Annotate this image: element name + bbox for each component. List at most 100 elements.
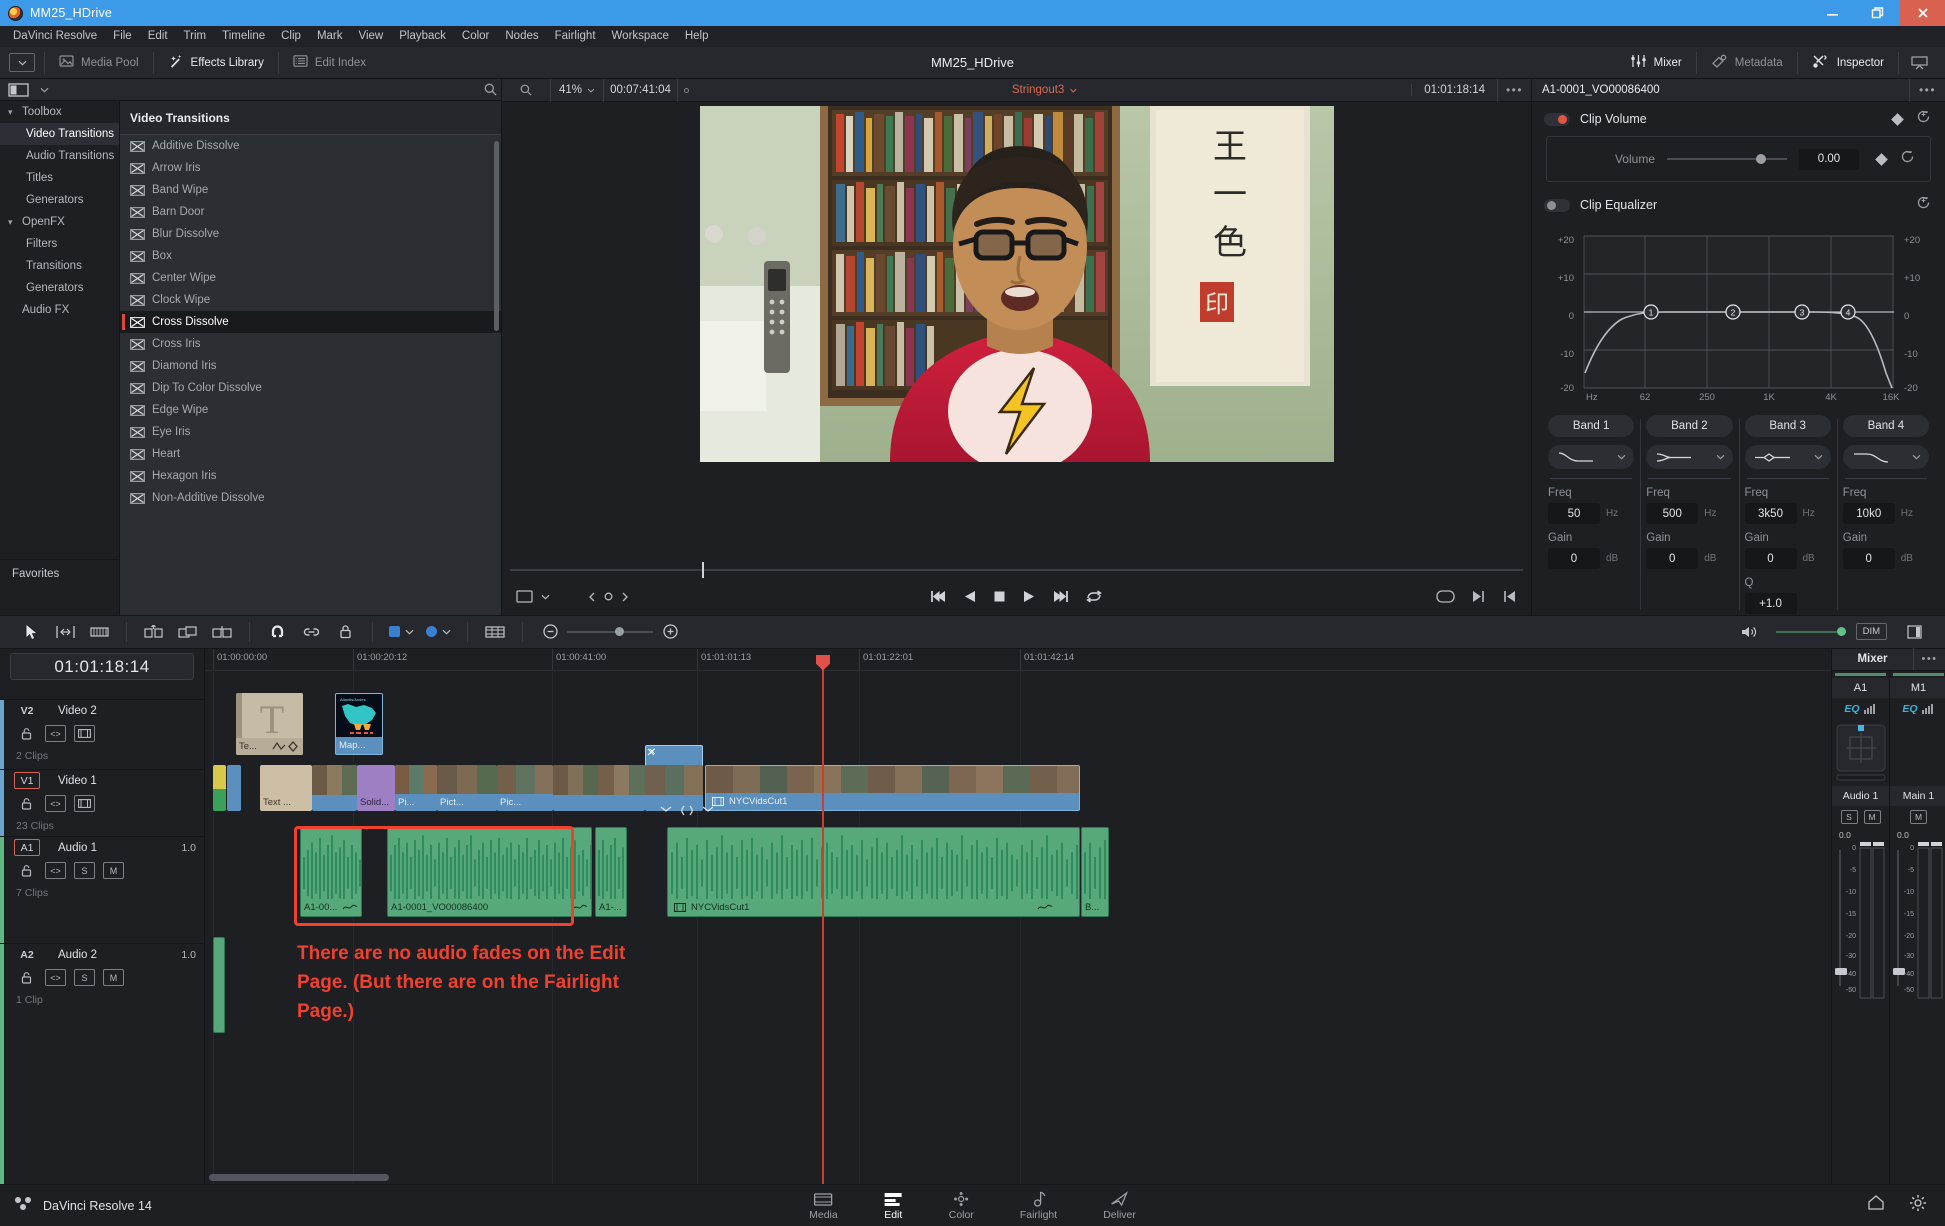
effect-item-hexagon-iris[interactable]: Hexagon Iris xyxy=(120,465,501,487)
effects-item-list[interactable]: Additive Dissolve Arrow Iris Band Wipe B… xyxy=(120,134,501,615)
solo-button[interactable]: S xyxy=(74,862,95,879)
volume-slider[interactable] xyxy=(1667,154,1787,164)
menu-item-playback[interactable]: Playback xyxy=(391,26,454,47)
menu-item-mark[interactable]: Mark xyxy=(309,26,351,47)
menu-item-color[interactable]: Color xyxy=(454,26,497,47)
tree-item-filters[interactable]: Filters xyxy=(0,233,119,255)
viewer-mode-icon[interactable] xyxy=(516,590,533,603)
tree-item-titles[interactable]: Titles xyxy=(0,167,119,189)
chevron-down-icon[interactable] xyxy=(541,594,550,600)
auto-select-icon[interactable]: <> xyxy=(45,795,66,812)
menu-item-file[interactable]: File xyxy=(105,26,140,47)
lock-icon[interactable] xyxy=(16,725,37,742)
reset-icon[interactable] xyxy=(1916,109,1931,129)
linked-selection-icon[interactable] xyxy=(294,615,328,649)
zoom-in-icon[interactable] xyxy=(653,615,687,649)
effect-item-center-wipe[interactable]: Center Wipe xyxy=(120,267,501,289)
effect-item-clock-wipe[interactable]: Clock Wipe xyxy=(120,289,501,311)
viewer-search-button[interactable] xyxy=(502,79,550,102)
strip-m1-eq-row[interactable]: EQ xyxy=(1890,697,1945,720)
clip-v1-strips-b[interactable] xyxy=(553,764,645,811)
tree-item-generators-ofx[interactable]: Generators xyxy=(0,277,119,299)
timeline-playhead[interactable] xyxy=(816,654,830,1184)
strip-a1-mute-button[interactable]: M xyxy=(1863,809,1881,824)
clip-v1-strip-a[interactable] xyxy=(312,764,357,811)
page-button-color[interactable]: Color xyxy=(949,1191,974,1221)
strip-a1-id[interactable]: A1 xyxy=(1832,677,1889,698)
video-preview[interactable]: 王一色 印 xyxy=(699,106,1334,462)
menu-item-timeline[interactable]: Timeline xyxy=(214,26,273,47)
overwrite-clip-icon[interactable] xyxy=(171,615,205,649)
menu-item-workspace[interactable]: Workspace xyxy=(604,26,677,47)
viewer-source-dropdown[interactable]: Stringout3 xyxy=(1012,84,1077,96)
volume-value-field[interactable]: 0.00 xyxy=(1799,148,1859,170)
inspector-button[interactable]: Inspector xyxy=(1798,47,1898,79)
track-row-a1[interactable]: A1-00... A1-0001_VO00086400 A1-... NYCVi… xyxy=(205,822,1831,929)
keyframe-diamond-icon[interactable] xyxy=(1875,152,1888,166)
marker-dot-icon[interactable] xyxy=(604,592,613,601)
zoom-out-icon[interactable] xyxy=(533,615,567,649)
strip-a1-solo-button[interactable]: S xyxy=(1840,809,1858,824)
tree-item-audio-transitions[interactable]: Audio Transitions xyxy=(0,145,119,167)
selection-arrow-icon[interactable] xyxy=(14,615,48,649)
strip-a1-fader-area[interactable]: 0.0 0 -5 -10 -15 -20 -30 -40 -50 xyxy=(1832,828,1889,1185)
more-options-icon[interactable]: ••• xyxy=(1909,78,1945,102)
minimize-icon[interactable] xyxy=(1810,0,1855,26)
clip-v1-blue[interactable] xyxy=(227,764,241,811)
viewer-current-timecode[interactable]: 00:07:41:04 xyxy=(604,78,678,102)
replace-clip-icon[interactable] xyxy=(205,615,239,649)
clip-v1-colorbars[interactable] xyxy=(213,764,226,811)
band-2-freq-input[interactable]: 500 xyxy=(1646,503,1699,524)
reset-icon[interactable] xyxy=(1916,195,1931,215)
strip-a1-eq-row[interactable]: EQ xyxy=(1832,697,1889,720)
band-4-gain-input[interactable]: 0 xyxy=(1842,548,1895,569)
strip-m1-mute-button[interactable]: M xyxy=(1910,809,1927,824)
band-1-gain-input[interactable]: 0 xyxy=(1548,548,1600,569)
play-reverse-icon[interactable] xyxy=(963,590,977,603)
effect-item-non-additive-dissolve[interactable]: Non-Additive Dissolve xyxy=(120,487,501,509)
band-1-freq-input[interactable]: 50 xyxy=(1548,503,1600,524)
tree-item-openfx[interactable]: ▾ OpenFX xyxy=(0,211,119,233)
lock-icon[interactable] xyxy=(16,969,37,986)
menu-item-trim[interactable]: Trim xyxy=(176,26,215,47)
band-1-shape-dropdown[interactable] xyxy=(1548,445,1635,469)
clip-v1-pi[interactable]: Pi... xyxy=(395,764,437,811)
viewer-zoom-dropdown[interactable]: 41% xyxy=(550,78,604,102)
effect-item-cross-dissolve[interactable]: Cross Dissolve xyxy=(120,311,501,333)
page-button-deliver[interactable]: Deliver xyxy=(1103,1190,1136,1221)
page-button-edit[interactable]: Edit xyxy=(884,1191,903,1221)
speaker-icon[interactable] xyxy=(1732,615,1766,649)
stop-icon[interactable] xyxy=(993,590,1006,603)
band-3-gain-input[interactable]: 0 xyxy=(1744,548,1797,569)
track-a1-badge[interactable]: A1 xyxy=(14,839,40,856)
home-icon[interactable] xyxy=(1867,1194,1885,1217)
timeline-zoom-slider[interactable] xyxy=(567,626,653,636)
effect-item-cross-iris[interactable]: Cross Iris xyxy=(120,333,501,355)
transition-close-icon[interactable]: ✕ xyxy=(648,747,656,758)
clip-v1-pict[interactable]: Pict... xyxy=(437,764,497,811)
page-button-media[interactable]: Media xyxy=(809,1191,838,1221)
more-options-icon[interactable]: ••• xyxy=(1497,78,1531,102)
play-forward-icon[interactable] xyxy=(1022,590,1036,603)
close-icon[interactable] xyxy=(1900,0,1945,26)
loop-icon[interactable] xyxy=(1085,590,1103,603)
effect-item-additive-dissolve[interactable]: Additive Dissolve xyxy=(120,135,501,157)
track-v1-badge[interactable]: V1 xyxy=(14,772,40,789)
lock-icon[interactable] xyxy=(16,862,37,879)
effect-item-box[interactable]: Box xyxy=(120,245,501,267)
video-enable-icon[interactable] xyxy=(74,795,95,812)
more-options-icon[interactable]: ••• xyxy=(1913,648,1945,670)
jump-to-end-icon[interactable] xyxy=(1052,590,1069,603)
clip-volume-toggle[interactable] xyxy=(1544,112,1570,126)
page-button-fairlight[interactable]: Fairlight xyxy=(1020,1190,1057,1221)
band-4-shape-dropdown[interactable] xyxy=(1842,445,1929,469)
effect-item-band-wipe[interactable]: Band Wipe xyxy=(120,179,501,201)
clip-a1-nyc[interactable]: NYCVidsCut1 xyxy=(667,826,1080,917)
edit-index-button[interactable]: Edit Index xyxy=(279,47,380,79)
keyframe-diamond-icon[interactable] xyxy=(1891,112,1904,126)
clip-a1-1[interactable]: A1-00... xyxy=(300,826,362,917)
prev-clip-icon[interactable] xyxy=(1502,590,1517,603)
flag-button[interactable] xyxy=(383,626,420,637)
lock-track-icon[interactable] xyxy=(328,615,362,649)
scrubber-playhead[interactable] xyxy=(702,561,705,578)
